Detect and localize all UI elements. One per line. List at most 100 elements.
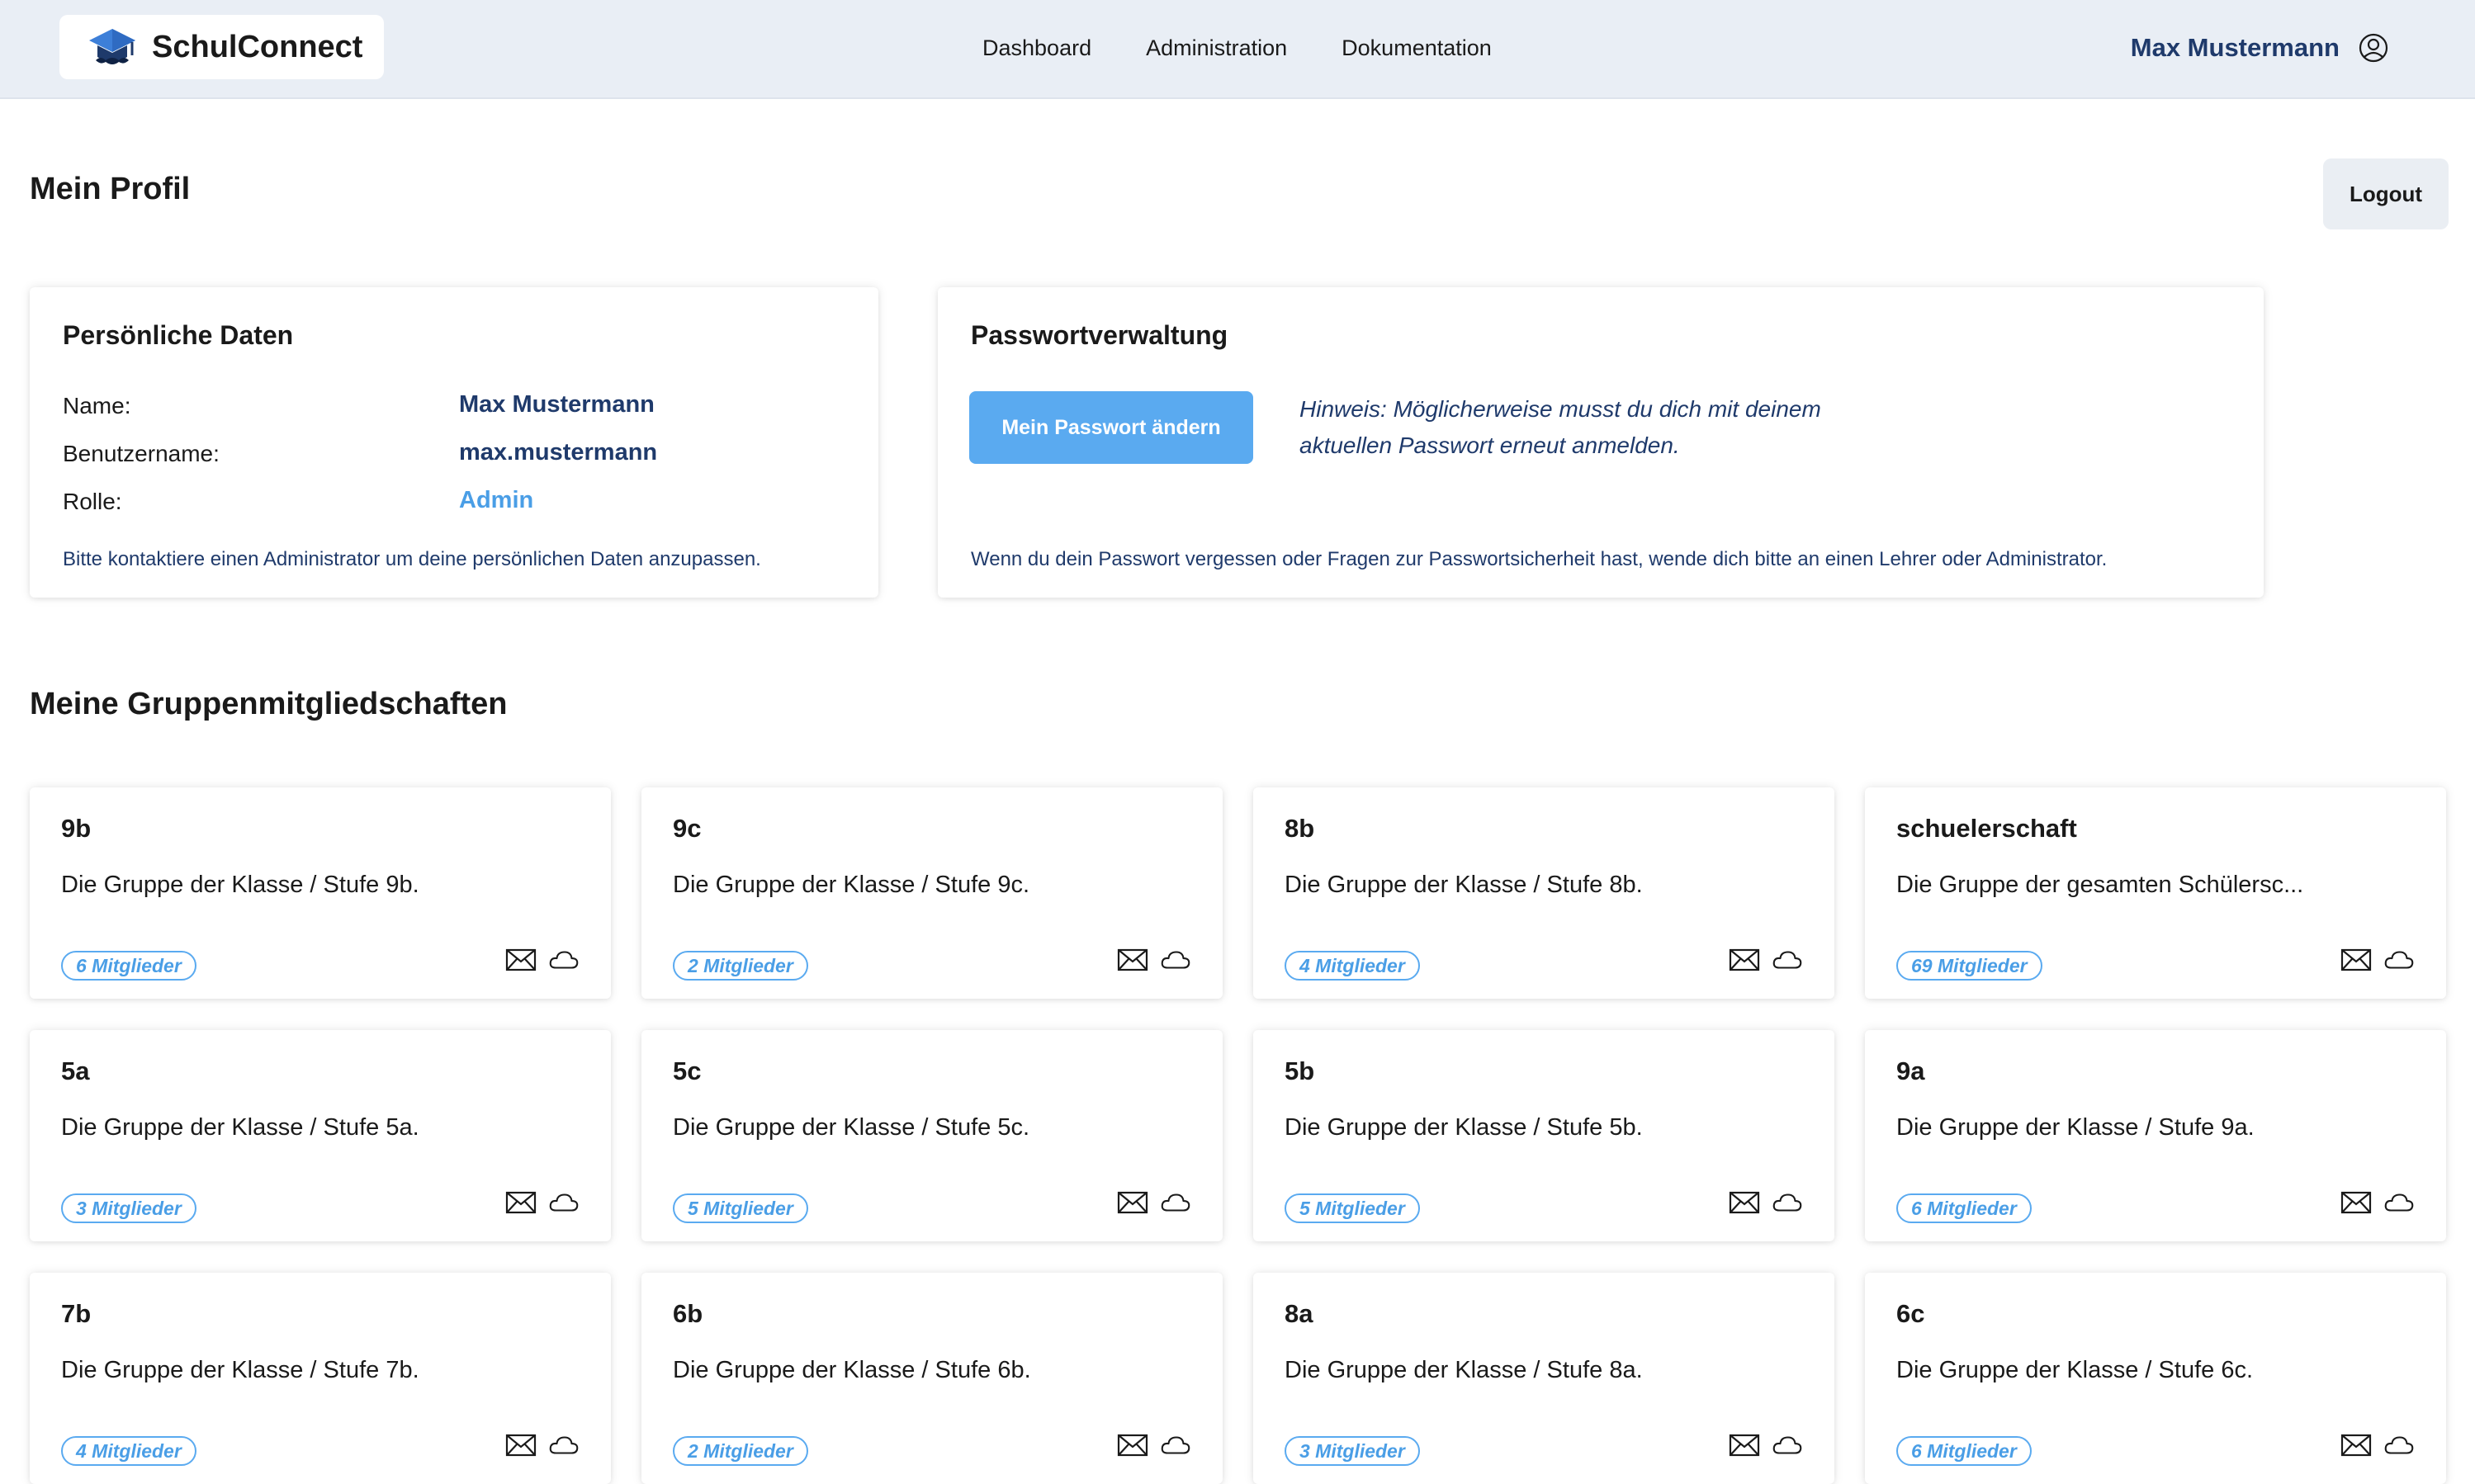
group-card[interactable]: 6c Die Gruppe der Klasse / Stufe 6c. 6 Mit… bbox=[1865, 1273, 2446, 1484]
group-member-count-badge[interactable]: 6 Mitglieder bbox=[1896, 1436, 2032, 1466]
group-actions bbox=[505, 1190, 580, 1219]
group-actions bbox=[505, 1433, 580, 1462]
change-password-button[interactable]: Mein Passwort ändern bbox=[969, 391, 1253, 464]
cloud-icon[interactable] bbox=[2383, 1190, 2415, 1219]
mail-icon[interactable] bbox=[1117, 1433, 1148, 1462]
mail-icon[interactable] bbox=[1117, 1190, 1148, 1219]
group-name: 5b bbox=[1285, 1056, 1315, 1085]
group-actions bbox=[2340, 1190, 2415, 1219]
cloud-icon[interactable] bbox=[1160, 1433, 1191, 1462]
group-description: Die Gruppe der Klasse / Stufe 5b. bbox=[1285, 1114, 1643, 1141]
password-hint-line-2: aktuellen Passwort erneut anmelden. bbox=[1299, 432, 1680, 458]
group-description: Die Gruppe der Klasse / Stufe 6b. bbox=[673, 1357, 1031, 1383]
group-actions bbox=[2340, 1433, 2415, 1462]
cloud-icon[interactable] bbox=[1160, 948, 1191, 976]
password-management-title: Passwortverwaltung bbox=[971, 320, 1228, 350]
group-name: 9b bbox=[61, 814, 92, 843]
brand-name: SchulConnect bbox=[152, 29, 363, 64]
group-actions bbox=[2340, 948, 2415, 976]
group-member-count-badge[interactable]: 4 Mitglieder bbox=[61, 1436, 196, 1466]
group-actions bbox=[1729, 1190, 1803, 1219]
group-card[interactable]: schuelerschaft Die Gruppe der gesamten Sc… bbox=[1865, 787, 2446, 999]
nav-item-dokumentation[interactable]: Dokumentation bbox=[1342, 35, 1492, 61]
group-name: 9a bbox=[1896, 1056, 1925, 1085]
graduation-cap-icon bbox=[89, 29, 135, 64]
mail-icon[interactable] bbox=[505, 1190, 537, 1219]
group-card[interactable]: 6b Die Gruppe der Klasse / Stufe 6b. 2 Mit… bbox=[641, 1273, 1223, 1484]
password-management-card: Passwortverwaltung Mein Passwort ändern … bbox=[938, 287, 2264, 598]
group-actions bbox=[1117, 1433, 1191, 1462]
group-card[interactable]: 8b Die Gruppe der Klasse / Stufe 8b. 4 Mit… bbox=[1253, 787, 1834, 999]
mail-icon[interactable] bbox=[1729, 1433, 1760, 1462]
group-name: 8b bbox=[1285, 814, 1315, 843]
group-actions bbox=[505, 948, 580, 976]
group-description: Die Gruppe der Klasse / Stufe 8b. bbox=[1285, 872, 1643, 898]
mail-icon[interactable] bbox=[2340, 1433, 2372, 1462]
group-member-count-badge[interactable]: 2 Mitglieder bbox=[673, 1436, 808, 1466]
mail-icon[interactable] bbox=[1117, 948, 1148, 976]
nav-item-dashboard[interactable]: Dashboard bbox=[982, 35, 1091, 61]
role-value: Admin bbox=[459, 487, 534, 513]
group-actions bbox=[1729, 1433, 1803, 1462]
group-member-count-badge[interactable]: 4 Mitglieder bbox=[1285, 951, 1420, 981]
group-card[interactable]: 8a Die Gruppe der Klasse / Stufe 8a. 3 Mit… bbox=[1253, 1273, 1834, 1484]
user-circle-icon[interactable] bbox=[2358, 32, 2389, 64]
group-card[interactable]: 7b Die Gruppe der Klasse / Stufe 7b. 4 Mit… bbox=[30, 1273, 611, 1484]
group-member-count-badge[interactable]: 6 Mitglieder bbox=[1896, 1193, 2032, 1223]
mail-icon[interactable] bbox=[2340, 1190, 2372, 1219]
user-menu[interactable]: Max Mustermann bbox=[2131, 0, 2389, 96]
group-memberships-title: Meine Gruppenmitgliedschaften bbox=[30, 687, 508, 721]
mail-icon[interactable] bbox=[2340, 948, 2372, 976]
group-member-count-badge[interactable]: 2 Mitglieder bbox=[673, 951, 808, 981]
group-description: Die Gruppe der gesamten Schülersc... bbox=[1896, 872, 2304, 898]
password-help-note: Wenn du dein Passwort vergessen oder Fra… bbox=[971, 548, 2108, 570]
group-card[interactable]: 9a Die Gruppe der Klasse / Stufe 9a. 6 Mit… bbox=[1865, 1030, 2446, 1241]
group-member-count-badge[interactable]: 5 Mitglieder bbox=[1285, 1193, 1420, 1223]
cloud-icon[interactable] bbox=[2383, 948, 2415, 976]
group-member-count-badge[interactable]: 5 Mitglieder bbox=[673, 1193, 808, 1223]
top-navigation-bar: SchulConnect Dashboard Administration Do… bbox=[0, 0, 2475, 99]
group-card[interactable]: 5c Die Gruppe der Klasse / Stufe 5c. 5 Mit… bbox=[641, 1030, 1223, 1241]
group-card[interactable]: 9c Die Gruppe der Klasse / Stufe 9c. 2 Mit… bbox=[641, 787, 1223, 999]
group-card[interactable]: 5a Die Gruppe der Klasse / Stufe 5a. 3 Mit… bbox=[30, 1030, 611, 1241]
personal-data-note: Bitte kontaktiere einen Administrator um… bbox=[63, 548, 761, 570]
group-name: 9c bbox=[673, 814, 702, 843]
nav-item-administration[interactable]: Administration bbox=[1146, 35, 1287, 61]
personal-data-card: Persönliche Daten Name: Max Mustermann B… bbox=[30, 287, 878, 598]
mail-icon[interactable] bbox=[1729, 948, 1760, 976]
cloud-icon[interactable] bbox=[548, 1190, 580, 1219]
group-description: Die Gruppe der Klasse / Stufe 5a. bbox=[61, 1114, 419, 1141]
group-member-count-badge[interactable]: 3 Mitglieder bbox=[61, 1193, 196, 1223]
cloud-icon[interactable] bbox=[1160, 1190, 1191, 1219]
user-name[interactable]: Max Mustermann bbox=[2131, 33, 2340, 63]
group-name: schuelerschaft bbox=[1896, 814, 2077, 843]
main-nav: Dashboard Administration Dokumentation bbox=[982, 0, 1492, 96]
cloud-icon[interactable] bbox=[548, 1433, 580, 1462]
cloud-icon[interactable] bbox=[548, 948, 580, 976]
group-member-count-badge[interactable]: 6 Mitglieder bbox=[61, 951, 196, 981]
group-actions bbox=[1729, 948, 1803, 976]
group-name: 5a bbox=[61, 1056, 90, 1085]
group-member-count-badge[interactable]: 3 Mitglieder bbox=[1285, 1436, 1420, 1466]
mail-icon[interactable] bbox=[505, 948, 537, 976]
cloud-icon[interactable] bbox=[1772, 948, 1803, 976]
group-name: 6b bbox=[673, 1299, 703, 1328]
password-hint: Hinweis: Möglicherweise musst du dich mi… bbox=[1299, 391, 1894, 464]
cloud-icon[interactable] bbox=[2383, 1433, 2415, 1462]
mail-icon[interactable] bbox=[1729, 1190, 1760, 1219]
group-actions bbox=[1117, 948, 1191, 976]
group-description: Die Gruppe der Klasse / Stufe 9b. bbox=[61, 872, 419, 898]
logout-button[interactable]: Logout bbox=[2323, 158, 2449, 229]
cloud-icon[interactable] bbox=[1772, 1433, 1803, 1462]
mail-icon[interactable] bbox=[505, 1433, 537, 1462]
cloud-icon[interactable] bbox=[1772, 1190, 1803, 1219]
group-member-count-badge[interactable]: 69 Mitglieder bbox=[1896, 951, 2042, 981]
username-label: Benutzername: bbox=[63, 441, 220, 466]
group-description: Die Gruppe der Klasse / Stufe 6c. bbox=[1896, 1357, 2253, 1383]
group-name: 6c bbox=[1896, 1299, 1925, 1328]
brand-home-link[interactable]: SchulConnect bbox=[59, 15, 384, 79]
group-card[interactable]: 9b Die Gruppe der Klasse / Stufe 9b. 6 Mit… bbox=[30, 787, 611, 999]
group-description: Die Gruppe der Klasse / Stufe 9c. bbox=[673, 872, 1029, 898]
group-card[interactable]: 5b Die Gruppe der Klasse / Stufe 5b. 5 Mit… bbox=[1253, 1030, 1834, 1241]
name-label: Name: bbox=[63, 393, 131, 418]
